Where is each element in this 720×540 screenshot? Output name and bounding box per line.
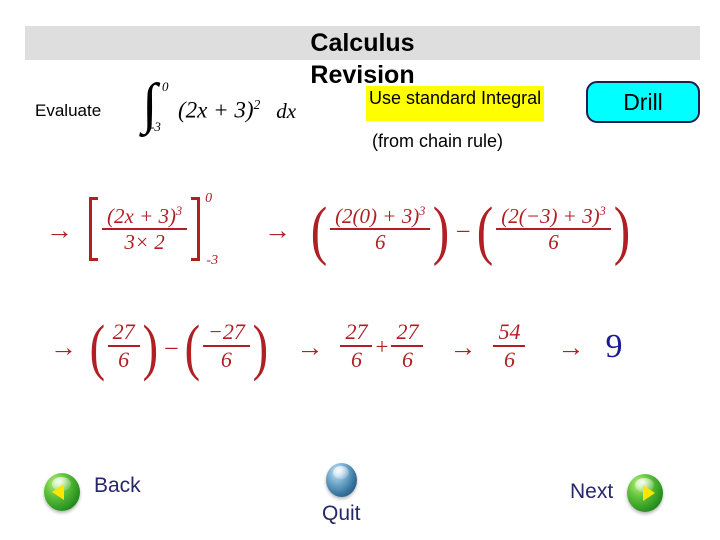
fraction-27-over-6-sum-b: 27 6	[391, 320, 424, 372]
integrand-exponent: 2	[253, 96, 261, 112]
antiderivative-fraction: (2x + 3)3 3× 2	[102, 203, 188, 254]
fraction-neg27-over-6: −27 6	[202, 320, 250, 372]
fraction-denominator: 6	[374, 230, 386, 254]
bracket-left-icon	[89, 197, 98, 261]
next-button[interactable]: Next	[570, 474, 664, 512]
back-arrow-icon[interactable]	[44, 473, 80, 511]
integrand: (2x + 3)2	[178, 97, 260, 124]
minus-operator: –	[457, 216, 470, 243]
fraction-numerator: 54	[493, 320, 526, 347]
numerator-base: (2(0) + 3)	[335, 203, 420, 228]
fraction-numerator: −27	[202, 320, 250, 347]
hint-highlight: Use standard Integral	[366, 86, 545, 121]
fraction-denominator: 6	[548, 230, 559, 254]
differential: dx	[276, 98, 297, 123]
minus-operator: –	[165, 333, 178, 360]
fraction-numerator: 27	[340, 320, 373, 347]
fraction-numerator: (2(−3) + 3)3	[496, 203, 611, 230]
paren-open-icon: (	[89, 313, 106, 382]
substituted-lower-fraction: (2(−3) + 3)3 6	[496, 203, 611, 254]
fraction-denominator: 3× 2	[124, 230, 165, 254]
paren-close-icon: )	[252, 313, 268, 382]
numerator-base: (2x + 3)	[107, 203, 176, 228]
quit-button[interactable]: Quit	[322, 463, 361, 526]
integral-lower-limit: -3	[150, 119, 161, 134]
fraction-27-over-6: 27 6	[107, 320, 140, 372]
evaluate-label: Evaluate	[35, 101, 102, 120]
working-row-3: → ( 27 6 ) – ( −27 6 ) → 27 6 + 27 6 → 5…	[40, 306, 622, 386]
final-answer: 9	[605, 328, 623, 365]
arrow-icon: →	[449, 331, 477, 362]
numerator-base: (2(−3) + 3)	[501, 203, 600, 228]
paren-open-icon: (	[477, 194, 494, 268]
paren-close-icon: )	[142, 313, 158, 382]
fraction-denominator: 6	[401, 346, 413, 372]
bracket-upper-limit: 0	[205, 191, 213, 206]
numerator-exponent: 3	[419, 203, 426, 218]
paren-open-icon: (	[184, 313, 201, 382]
substituted-upper-fraction: (2(0) + 3)3 6	[330, 203, 431, 254]
paren-close-icon: )	[613, 194, 630, 268]
bracket-lower-limit: -3	[206, 253, 219, 268]
arrow-icon: →	[557, 331, 585, 362]
arrow-icon: →	[264, 214, 292, 245]
paren-close-icon: )	[433, 194, 450, 268]
bracket-right-icon	[191, 197, 201, 261]
fraction-denominator: 6	[118, 346, 130, 372]
fraction-54-over-6: 54 6	[493, 320, 526, 372]
slide-canvas: Calculus Revision Evaluate ∫ 0 -3 (2x + …	[0, 0, 720, 540]
fraction-numerator: (2x + 3)3	[102, 203, 188, 230]
integral-expression: ∫ 0 -3 (2x + 3)2 dx	[140, 74, 297, 138]
drill-button[interactable]: Drill	[586, 81, 700, 123]
quit-button-label: Quit	[322, 502, 361, 525]
arrow-icon: →	[50, 331, 77, 362]
integral-upper-limit: 0	[162, 79, 169, 94]
next-button-label: Next	[570, 480, 614, 503]
orb-gloss	[332, 466, 349, 480]
fraction-numerator: (2(0) + 3)3	[330, 203, 431, 230]
back-button-label: Back	[94, 474, 141, 497]
next-arrow-icon[interactable]	[627, 474, 664, 512]
integral-sign: ∫ 0 -3	[140, 74, 174, 138]
numerator-exponent: 3	[175, 203, 183, 218]
triangle-left-icon	[52, 484, 64, 500]
fraction-denominator: 6	[220, 346, 232, 372]
arrow-icon: →	[296, 331, 324, 362]
fraction-27-over-6-sum-a: 27 6	[340, 320, 373, 372]
fraction-numerator: 27	[107, 320, 140, 347]
fraction-denominator: 6	[503, 346, 515, 372]
fraction-denominator: 6	[350, 346, 362, 372]
back-button[interactable]: Back	[44, 473, 141, 511]
definite-bracket-term: (2x + 3)3 3× 2 0 -3	[83, 191, 218, 268]
plus-operator: +	[375, 334, 389, 359]
integrand-base: (2x + 3)	[178, 97, 254, 123]
paren-open-icon: (	[310, 194, 328, 268]
working-row-2: → (2x + 3)3 3× 2 0 -3 → ( (2(0) + 3)3 6 …	[36, 186, 633, 272]
triangle-right-icon	[643, 485, 656, 501]
numerator-exponent: 3	[599, 203, 606, 218]
page-title: Calculus	[310, 29, 415, 57]
arrow-icon: →	[46, 214, 73, 245]
quit-orb-icon[interactable]	[325, 463, 357, 497]
fraction-numerator: 27	[391, 320, 424, 347]
title-band: Calculus	[25, 26, 700, 60]
hint-subtext: (from chain rule)	[372, 131, 504, 151]
